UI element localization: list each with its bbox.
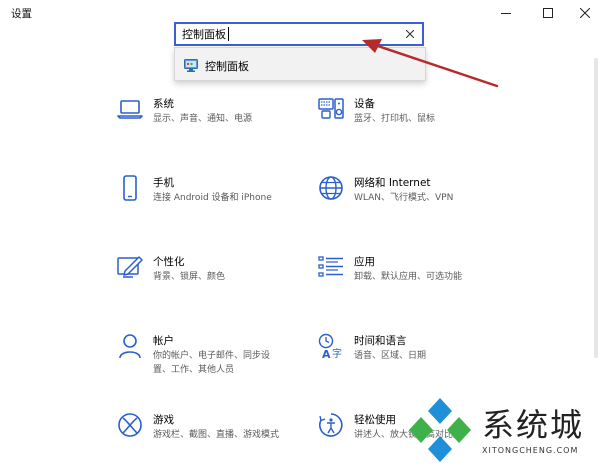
watermark-text: 系统城 (482, 406, 585, 444)
watermark: 系统城 XITONGCHENG.COM (404, 390, 600, 470)
watermark-url: XITONGCHENG.COM (482, 446, 579, 455)
watermark-logo (409, 398, 471, 462)
